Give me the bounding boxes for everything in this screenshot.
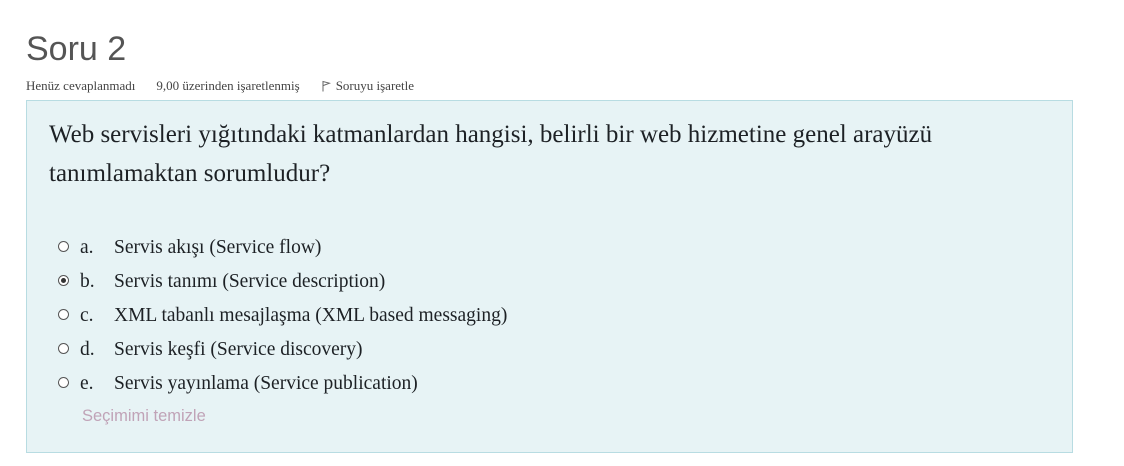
question-info: Henüz cevaplanmadı 9,00 üzerinden işaret… xyxy=(26,77,414,95)
flag-question-label: Soruyu işaretle xyxy=(335,78,415,93)
radio-button-icon[interactable] xyxy=(58,376,69,388)
radio-button-icon[interactable] xyxy=(58,240,69,252)
answer-letter: a. xyxy=(80,237,94,258)
question-title: Soru 2 xyxy=(26,30,127,68)
answer-letter: c. xyxy=(80,305,94,326)
question-formulation-panel: Web servisleri yığıtındaki katmanlardan … xyxy=(26,100,1073,453)
flag-question-link[interactable]: Soruyu işaretle xyxy=(321,78,414,94)
question-grade: 9,00 üzerinden işaretlenmiş xyxy=(156,78,300,93)
answer-option-c[interactable]: c. XML tabanlı mesajlaşma (XML based mes… xyxy=(58,299,507,333)
answer-label: XML tabanlı mesajlaşma (XML based messag… xyxy=(114,305,508,326)
answer-label: Servis akışı (Service flow) xyxy=(114,237,322,258)
answer-option-a[interactable]: a. Servis akışı (Service flow) xyxy=(58,231,507,265)
question-status: Henüz cevaplanmadı xyxy=(26,78,136,93)
answer-letter: d. xyxy=(80,339,95,360)
answer-option-d[interactable]: d. Servis keşfi (Service discovery) xyxy=(58,333,507,367)
answer-options: a. Servis akışı (Service flow) b. Servis… xyxy=(58,231,507,401)
answer-label: Servis yayınlama (Service publication) xyxy=(114,373,418,394)
answer-label: Servis keşfi (Service discovery) xyxy=(114,339,363,360)
answer-option-e[interactable]: e. Servis yayınlama (Service publication… xyxy=(58,367,507,401)
question-text: Web servisleri yığıtındaki katmanlardan … xyxy=(49,121,933,187)
answer-letter: b. xyxy=(80,271,95,292)
answer-letter: e. xyxy=(80,373,94,394)
clear-choice-link[interactable]: Seçimimi temizle xyxy=(82,407,206,426)
answer-option-b[interactable]: b. Servis tanımı (Service description) xyxy=(58,265,507,299)
answer-label: Servis tanımı (Service description) xyxy=(114,271,386,292)
radio-button-icon[interactable] xyxy=(58,308,69,320)
radio-button-icon[interactable] xyxy=(58,342,69,354)
flag-icon xyxy=(322,80,331,92)
radio-button-icon[interactable] xyxy=(58,274,69,286)
